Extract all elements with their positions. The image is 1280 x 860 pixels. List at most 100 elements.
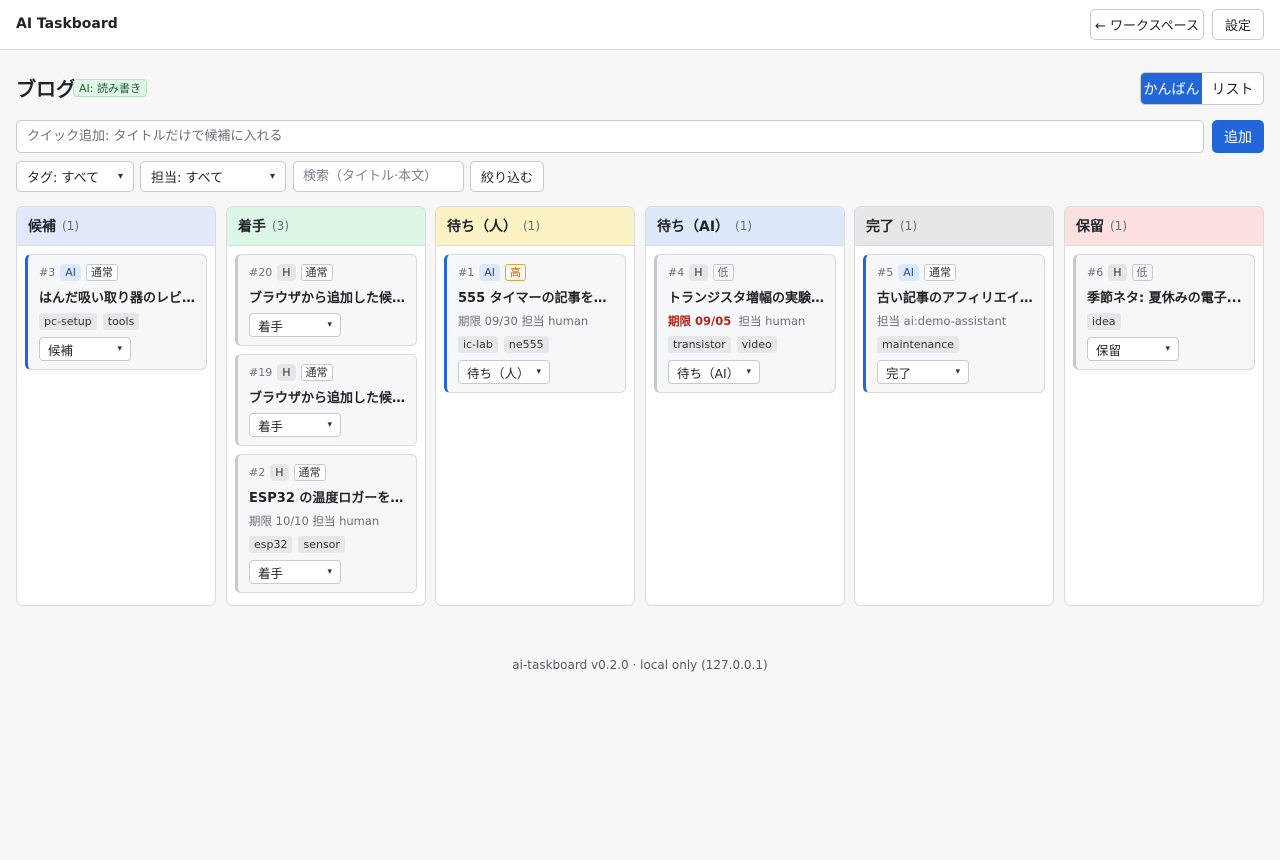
apply-filter-button[interactable]: 絞り込む [470,161,544,192]
column-count: (3) [272,219,289,233]
column-body: #5 AI 通常 古い記事のアフィリエイトリ... 担当 ai:demo-assi… [855,246,1053,409]
tag-chip: pc-setup [39,313,97,330]
tag-filter-value: タグ: すべて [27,171,100,186]
status-value: 保留 [1096,342,1122,358]
column-header: 完了 (1) [855,207,1053,246]
task-card[interactable]: #19 H 通常 ブラウザから追加した候補 ... 着手 ▾ [235,354,417,446]
status-select[interactable]: 待ち（AI） ▾ [668,360,760,384]
tag-chip: ne555 [503,336,549,353]
column-count: (1) [735,219,753,233]
column-5: 保留 (1) #6 H 低 季節ネタ: 夏休みの電子... idea 保留 ▾ [1064,206,1264,606]
column-name: 待ち（人） [447,219,517,235]
card-tags: esp32 sensor [249,536,406,553]
status-select[interactable]: 完了 ▾ [877,360,969,384]
card-subline: 期限 10/10 担当 human [249,514,380,528]
card-id: #2 [249,465,266,479]
tag-chip: ic-lab [458,336,498,353]
status-select[interactable]: 待ち（人） ▾ [458,360,550,384]
card-title[interactable]: トランジスタ増幅の実験を... [668,287,825,306]
task-card[interactable]: #6 H 低 季節ネタ: 夏休みの電子... idea 保留 ▾ [1073,254,1255,370]
column-count: (1) [1110,219,1127,233]
card-title[interactable]: ブラウザから追加した候補... [249,287,406,306]
column-3: 待ち（AI） (1) #4 H 低 トランジスタ増幅の実験を... 期限 09/05… [645,206,845,606]
card-title[interactable]: ESP32 の温度ロガーを 1 ... [249,487,406,506]
card-id: #5 [877,265,894,279]
task-card[interactable]: #4 H 低 トランジスタ増幅の実験を... 期限 09/05 担当 human t… [654,254,836,393]
card-meta: #20 H 通常 [249,263,406,281]
settings-button[interactable]: 設定 [1212,9,1264,40]
priority-badge: 低 [1131,263,1153,281]
quick-add-input[interactable] [16,120,1204,153]
card-title[interactable]: はんだ吸い取り器のレビュ... [39,287,196,306]
column-name: 保留 [1076,219,1104,235]
card-assignee: 担当 human [738,314,806,328]
status-select[interactable]: 候補 ▾ [39,337,131,361]
column-header: 保留 (1) [1065,207,1263,246]
card-title[interactable]: 古い記事のアフィリエイトリ... [877,287,1034,306]
card-id: #6 [1087,265,1104,279]
search-input[interactable] [293,161,464,192]
column-body: #1 AI 高 555 タイマーの記事を書く... 期限 09/30 担当 hum… [436,246,634,409]
chevron-down-icon: ▾ [1165,344,1170,354]
assignee-filter-select[interactable]: 担当: すべて ▾ [140,161,286,192]
chevron-down-icon: ▾ [117,344,122,354]
owner-badge: AI [479,263,500,281]
card-meta: #1 AI 高 [458,263,615,281]
priority-badge: 低 [712,263,734,281]
column-body: #20 H 通常 ブラウザから追加した候補... 着手 ▾ #19 H 通常 ブラウ… [227,246,425,605]
card-title[interactable]: 555 タイマーの記事を書く... [458,287,615,306]
chevron-down-icon: ▾ [536,367,541,377]
status-value: 完了 [886,365,912,381]
task-card[interactable]: #2 H 通常 ESP32 の温度ロガーを 1 ... 期限 10/10 担当 h… [235,454,417,593]
tag-chip: transistor [668,336,731,353]
workspace-back-button[interactable]: ← ワークスペース [1090,9,1204,40]
view-kanban-button[interactable]: かんばん [1141,73,1202,104]
card-id: #20 [249,265,273,279]
card-tags: pc-setup tools [39,313,196,330]
column-2: 待ち（人） (1) #1 AI 高 555 タイマーの記事を書く... 期限 09/… [435,206,635,606]
chevron-down-icon: ▾ [327,420,332,430]
status-value: 候補 [48,342,74,358]
top-bar: AI Taskboard ← ワークスペース 設定 [0,0,1280,50]
priority-badge: 高 [505,263,526,281]
chevron-down-icon: ▾ [327,567,332,577]
tag-filter-select[interactable]: タグ: すべて ▾ [16,161,134,192]
status-select[interactable]: 保留 ▾ [1087,337,1179,361]
column-header: 待ち（人） (1) [436,207,634,246]
column-count: (1) [62,219,79,233]
status-value: 着手 [258,565,284,581]
card-title[interactable]: ブラウザから追加した候補 ... [249,387,406,406]
card-due-overdue: 期限 09/05 [668,314,732,328]
tag-chip: sensor [298,536,345,553]
view-list-button[interactable]: リスト [1202,73,1263,104]
task-card[interactable]: #20 H 通常 ブラウザから追加した候補... 着手 ▾ [235,254,417,346]
task-card[interactable]: #1 AI 高 555 タイマーの記事を書く... 期限 09/30 担当 hum… [444,254,626,393]
priority-badge: 通常 [924,263,956,281]
task-card[interactable]: #5 AI 通常 古い記事のアフィリエイトリ... 担当 ai:demo-assi… [863,254,1045,393]
owner-badge: AI [60,263,81,281]
status-select[interactable]: 着手 ▾ [249,413,341,437]
card-meta: #5 AI 通常 [877,263,1034,281]
owner-badge: H [270,463,289,481]
column-header: 待ち（AI） (1) [646,207,844,246]
ai-permission-badge: AI: 読み書き [73,79,147,97]
card-meta: #6 H 低 [1087,263,1244,281]
status-value: 着手 [258,318,284,334]
column-body: #3 AI 通常 はんだ吸い取り器のレビュ... pc-setup tools 候補 ▾ [17,246,215,386]
add-button[interactable]: 追加 [1212,120,1264,153]
card-title[interactable]: 季節ネタ: 夏休みの電子... [1087,287,1244,306]
status-select[interactable]: 着手 ▾ [249,560,341,584]
status-select[interactable]: 着手 ▾ [249,313,341,337]
column-name: 候補 [28,219,56,235]
card-meta: #3 AI 通常 [39,263,196,281]
task-card[interactable]: #3 AI 通常 はんだ吸い取り器のレビュ... pc-setup tools 候補 ▾ [25,254,207,370]
card-tags: transistor video [668,336,825,353]
card-subline: 期限 09/30 担当 human [458,314,589,328]
column-count: (1) [900,219,917,233]
column-4: 完了 (1) #5 AI 通常 古い記事のアフィリエイトリ... 担当 ai:dem… [854,206,1054,606]
chevron-down-icon: ▾ [746,367,751,377]
column-name: 完了 [866,219,894,235]
column-count: (1) [523,219,540,233]
tag-chip: maintenance [877,336,960,353]
app-title: AI Taskboard [16,16,118,32]
